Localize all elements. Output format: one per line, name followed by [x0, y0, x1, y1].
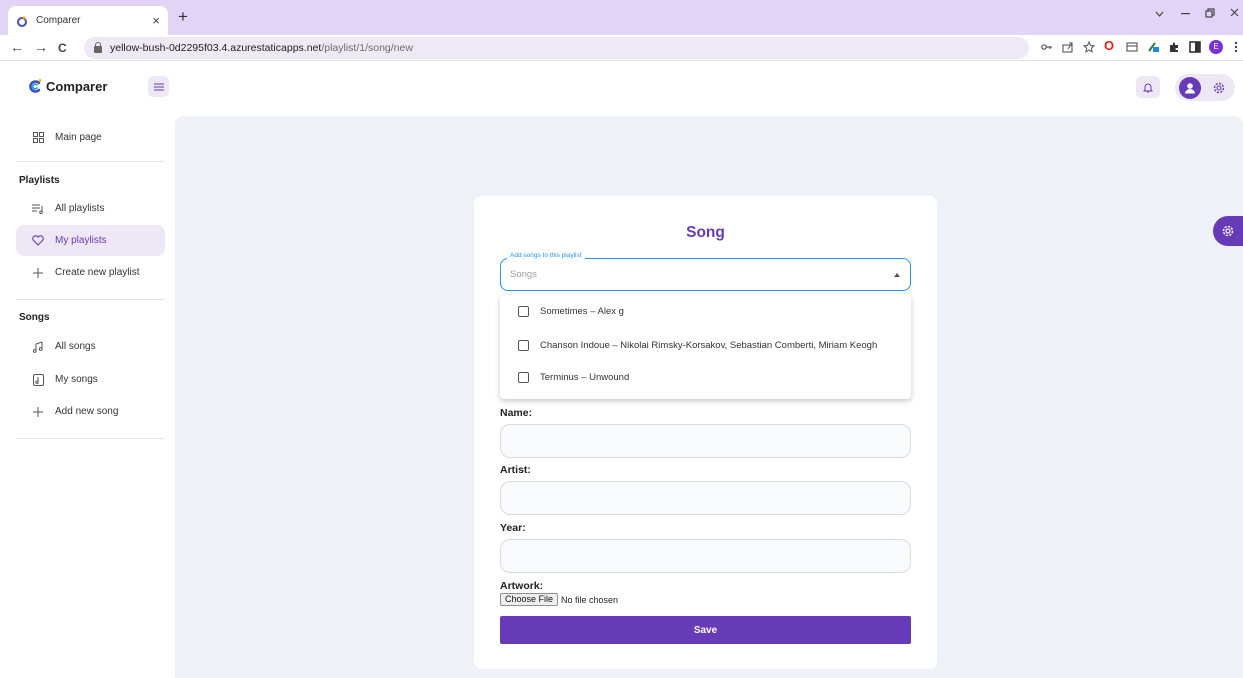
address-bar[interactable]: yellow-bush-0d2295f03.4.azurestaticapps.… [84, 37, 1029, 59]
browser-tab[interactable]: Comparer × [8, 6, 168, 35]
extension-window-icon[interactable] [1126, 41, 1138, 53]
sidebar-item-my-songs[interactable]: My songs [16, 364, 165, 395]
sidebar-item-label: Add new song [55, 406, 119, 417]
new-tab-button[interactable]: + [178, 8, 188, 25]
artwork-file-input: Choose File No file chosen [500, 593, 618, 606]
song-option[interactable]: Terminus – Unwound [500, 361, 911, 393]
browser-toolbar: ← → C yellow-bush-0d2295f03.4.azurestati… [0, 35, 1243, 61]
browser-tab-bar: Comparer × + [0, 0, 1243, 35]
music-file-icon [31, 373, 45, 386]
settings-gear [1210, 79, 1227, 96]
sidebar-divider [16, 299, 165, 300]
sidebar-toggle-button[interactable] [148, 76, 169, 97]
sidebar-item-add-song[interactable]: Add new song [16, 396, 165, 427]
sidebar-item-all-playlists[interactable]: All playlists [16, 193, 165, 224]
sidebar-item-label: Main page [55, 132, 102, 143]
comparer-favicon-icon [17, 16, 27, 27]
songs-caption: Songs [19, 312, 50, 323]
share-icon[interactable] [1062, 41, 1074, 53]
song-form-card: Song Add songs to this playlist Songs So… [474, 196, 937, 669]
sidebar-item-my-playlists[interactable]: My playlists [16, 225, 165, 256]
plus-icon [31, 406, 45, 417]
hamburger-menu-icon [153, 83, 164, 90]
app-name: Comparer [46, 78, 108, 94]
back-button[interactable]: ← [10, 39, 24, 55]
song-option[interactable]: Chanson Indoue – Nikolai Rimsky-Korsakov… [500, 329, 911, 361]
select-placeholder: Songs [510, 269, 537, 280]
gear-icon [1213, 82, 1224, 93]
forward-button[interactable]: → [34, 39, 48, 55]
music-notes-icon [31, 341, 45, 353]
heart-icon [31, 235, 45, 246]
color-picker-extension-icon[interactable] [1147, 40, 1160, 53]
tab-close-icon[interactable]: × [152, 13, 160, 28]
sidebar: Main page Playlists All playlists My pla… [0, 116, 175, 678]
sidebar-item-label: My songs [55, 374, 98, 385]
sidebar-item-main-page[interactable]: Main page [16, 122, 165, 153]
url-path: /playlist/1/song/new [321, 42, 413, 54]
tab-search-chevron-icon[interactable] [1155, 11, 1164, 17]
year-field[interactable] [500, 539, 911, 573]
opera-extension-icon[interactable]: O [1104, 39, 1114, 53]
bell-icon [1143, 83, 1153, 92]
lock-icon [94, 41, 102, 53]
option-checkbox[interactable] [518, 305, 529, 317]
user-avatar [1179, 77, 1201, 99]
page-title: Song [686, 224, 725, 241]
notifications-button[interactable] [1136, 76, 1160, 98]
extensions-puzzle-icon[interactable] [1168, 41, 1180, 53]
url-host: yellow-bush-0d2295f03.4.azurestaticapps.… [110, 42, 322, 54]
no-file-text: No file chosen [561, 594, 619, 605]
option-label: Sometimes – Alex g [540, 305, 624, 317]
name-label: Name: [500, 407, 533, 419]
sidebar-item-label: My playlists [55, 235, 107, 246]
bookmark-star-icon[interactable] [1083, 41, 1095, 53]
list-music-icon [31, 204, 45, 214]
song-option[interactable]: Sometimes – Alex g [500, 295, 911, 327]
sidebar-divider [16, 438, 165, 439]
name-field[interactable] [500, 424, 911, 458]
playlist-songs-select[interactable]: Add songs to this playlist Songs [500, 252, 911, 291]
option-label: Terminus – Unwound [540, 371, 630, 383]
main-content: Song Add songs to this playlist Songs So… [175, 116, 1243, 678]
option-checkbox[interactable] [518, 339, 529, 351]
side-panel-icon[interactable] [1189, 41, 1201, 53]
comparer-logo-icon [29, 79, 42, 93]
plus-icon [31, 267, 45, 278]
tab-title: Comparer [36, 15, 81, 26]
option-checkbox[interactable] [518, 371, 529, 383]
artwork-label: Artwork: [500, 580, 544, 592]
settings-fab-button[interactable] [1213, 216, 1243, 246]
artist-label: Artist: [500, 464, 531, 476]
key-icon[interactable] [1041, 43, 1053, 51]
window-close-icon[interactable] [1230, 8, 1239, 17]
dashboard-icon [31, 132, 45, 143]
browser-menu-icon[interactable] [1234, 41, 1238, 53]
minimize-icon[interactable] [1181, 13, 1190, 15]
year-label: Year: [500, 522, 526, 534]
gear-icon [1222, 225, 1234, 237]
sidebar-item-label: All playlists [55, 203, 105, 214]
sidebar-item-label: All songs [55, 341, 96, 352]
sidebar-divider [16, 161, 165, 162]
restore-icon[interactable] [1205, 8, 1215, 18]
app-logo[interactable]: Comparer [27, 78, 107, 94]
playlists-caption: Playlists [19, 175, 60, 186]
save-button[interactable]: Save [500, 616, 911, 644]
sidebar-item-all-songs[interactable]: All songs [16, 331, 165, 362]
reload-button[interactable]: C [58, 40, 67, 56]
artist-field[interactable] [500, 481, 911, 515]
user-menu-button[interactable] [1175, 74, 1235, 101]
sidebar-item-create-playlist[interactable]: Create new playlist [16, 257, 165, 288]
profile-avatar[interactable]: E [1209, 40, 1223, 54]
user-icon [1185, 83, 1195, 94]
select-label: Add songs to this playlist [507, 252, 585, 259]
sidebar-item-label: Create new playlist [55, 267, 140, 278]
caret-up-icon [894, 273, 900, 277]
songs-dropdown-menu: Sometimes – Alex g Chanson Indoue – Niko… [500, 295, 911, 399]
option-label: Chanson Indoue – Nikolai Rimsky-Korsakov… [540, 339, 878, 351]
choose-file-button[interactable]: Choose File [500, 593, 559, 606]
